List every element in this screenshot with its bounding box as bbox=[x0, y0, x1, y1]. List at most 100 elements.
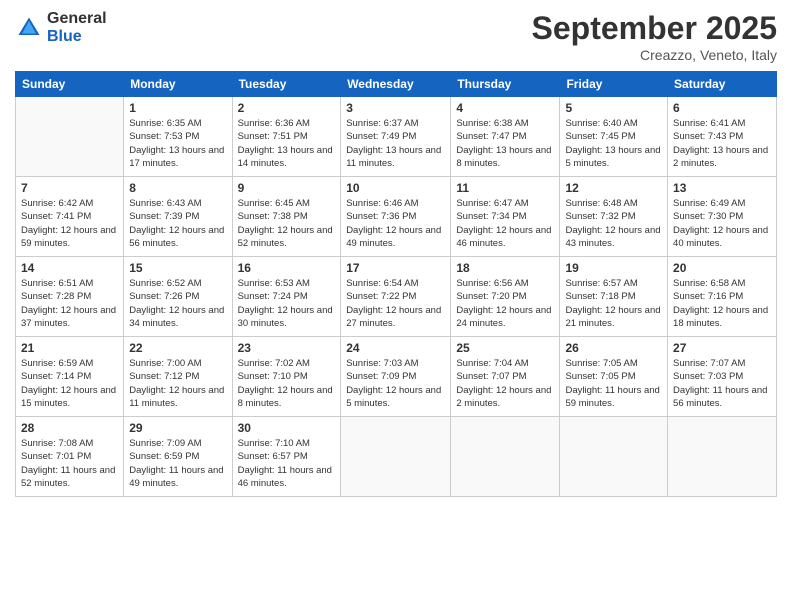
day-number: 20 bbox=[673, 261, 771, 275]
table-row: 20 Sunrise: 6:58 AMSunset: 7:16 PMDayligh… bbox=[668, 257, 777, 337]
table-row: 17Sunrise: 6:54 AMSunset: 7:22 PMDayligh… bbox=[341, 257, 451, 337]
table-row: 13Sunrise: 6:49 AMSunset: 7:30 PMDayligh… bbox=[668, 177, 777, 257]
day-number: 26 bbox=[565, 341, 662, 355]
day-number: 7 bbox=[21, 181, 118, 195]
table-row: 7 Sunrise: 6:42 AMSunset: 7:41 PMDaylight… bbox=[16, 177, 124, 257]
day-number: 27 bbox=[673, 341, 771, 355]
table-row: 15 Sunrise: 6:52 AMSunset: 7:26 PMDayligh… bbox=[124, 257, 232, 337]
day-detail: Sunrise: 7:09 AMSunset: 6:59 PMDaylight:… bbox=[129, 437, 226, 490]
day-detail: Sunrise: 6:51 AMSunset: 7:28 PMDaylight:… bbox=[21, 277, 118, 330]
table-row: 1 Sunrise: 6:35 AMSunset: 7:53 PMDaylight… bbox=[124, 97, 232, 177]
table-row: 4Sunrise: 6:38 AMSunset: 7:47 PMDaylight… bbox=[451, 97, 560, 177]
calendar-week-row: 14 Sunrise: 6:51 AMSunset: 7:28 PMDayligh… bbox=[16, 257, 777, 337]
table-row: 2 Sunrise: 6:36 AMSunset: 7:51 PMDaylight… bbox=[232, 97, 341, 177]
day-number: 6 bbox=[673, 101, 771, 115]
day-detail: Sunrise: 7:10 AMSunset: 6:57 PMDaylight:… bbox=[238, 437, 336, 490]
header-sunday: Sunday bbox=[16, 72, 124, 97]
day-number: 15 bbox=[129, 261, 226, 275]
table-row: 22Sunrise: 7:00 AMSunset: 7:12 PMDayligh… bbox=[124, 337, 232, 417]
day-detail: Sunrise: 6:43 AMSunset: 7:39 PMDaylight:… bbox=[129, 197, 226, 250]
table-row: 14 Sunrise: 6:51 AMSunset: 7:28 PMDayligh… bbox=[16, 257, 124, 337]
logo-blue-text: Blue bbox=[47, 28, 107, 46]
day-number: 24 bbox=[346, 341, 445, 355]
day-number: 1 bbox=[129, 101, 226, 115]
day-number: 12 bbox=[565, 181, 662, 195]
logo: General Blue bbox=[15, 10, 107, 45]
day-detail: Sunrise: 6:42 AMSunset: 7:41 PMDaylight:… bbox=[21, 197, 118, 250]
day-detail: Sunrise: 7:03 AMSunset: 7:09 PMDaylight:… bbox=[346, 357, 445, 410]
table-row: 29 Sunrise: 7:09 AMSunset: 6:59 PMDayligh… bbox=[124, 417, 232, 497]
day-number: 28 bbox=[21, 421, 118, 435]
day-detail: Sunrise: 6:53 AMSunset: 7:24 PMDaylight:… bbox=[238, 277, 336, 330]
table-row: 19Sunrise: 6:57 AMSunset: 7:18 PMDayligh… bbox=[560, 257, 668, 337]
table-row: 27 Sunrise: 7:07 AMSunset: 7:03 PMDayligh… bbox=[668, 337, 777, 417]
day-number: 18 bbox=[456, 261, 554, 275]
header-tuesday: Tuesday bbox=[232, 72, 341, 97]
day-detail: Sunrise: 7:04 AMSunset: 7:07 PMDaylight:… bbox=[456, 357, 554, 410]
day-number: 17 bbox=[346, 261, 445, 275]
day-detail: Sunrise: 6:56 AMSunset: 7:20 PMDaylight:… bbox=[456, 277, 554, 330]
day-detail: Sunrise: 6:37 AMSunset: 7:49 PMDaylight:… bbox=[346, 117, 445, 170]
table-row: 16 Sunrise: 6:53 AMSunset: 7:24 PMDayligh… bbox=[232, 257, 341, 337]
header-thursday: Thursday bbox=[451, 72, 560, 97]
day-detail: Sunrise: 6:57 AMSunset: 7:18 PMDaylight:… bbox=[565, 277, 662, 330]
table-row: 12 Sunrise: 6:48 AMSunset: 7:32 PMDayligh… bbox=[560, 177, 668, 257]
day-number: 29 bbox=[129, 421, 226, 435]
table-row: 25 Sunrise: 7:04 AMSunset: 7:07 PMDayligh… bbox=[451, 337, 560, 417]
day-detail: Sunrise: 7:07 AMSunset: 7:03 PMDaylight:… bbox=[673, 357, 771, 410]
day-detail: Sunrise: 6:48 AMSunset: 7:32 PMDaylight:… bbox=[565, 197, 662, 250]
day-number: 2 bbox=[238, 101, 336, 115]
header-wednesday: Wednesday bbox=[341, 72, 451, 97]
day-number: 13 bbox=[673, 181, 771, 195]
day-detail: Sunrise: 6:35 AMSunset: 7:53 PMDaylight:… bbox=[129, 117, 226, 170]
table-row: 3 Sunrise: 6:37 AMSunset: 7:49 PMDaylight… bbox=[341, 97, 451, 177]
day-detail: Sunrise: 7:00 AMSunset: 7:12 PMDaylight:… bbox=[129, 357, 226, 410]
header-monday: Monday bbox=[124, 72, 232, 97]
table-row: 24 Sunrise: 7:03 AMSunset: 7:09 PMDayligh… bbox=[341, 337, 451, 417]
table-row: 23Sunrise: 7:02 AMSunset: 7:10 PMDayligh… bbox=[232, 337, 341, 417]
table-row: 28 Sunrise: 7:08 AMSunset: 7:01 PMDayligh… bbox=[16, 417, 124, 497]
table-row: 9Sunrise: 6:45 AMSunset: 7:38 PMDaylight… bbox=[232, 177, 341, 257]
day-detail: Sunrise: 7:05 AMSunset: 7:05 PMDaylight:… bbox=[565, 357, 662, 410]
calendar-week-row: 28 Sunrise: 7:08 AMSunset: 7:01 PMDayligh… bbox=[16, 417, 777, 497]
header-saturday: Saturday bbox=[668, 72, 777, 97]
page-header: General Blue September 2025 Creazzo, Ven… bbox=[15, 10, 777, 63]
day-detail: Sunrise: 6:59 AMSunset: 7:14 PMDaylight:… bbox=[21, 357, 118, 410]
calendar-table: Sunday Monday Tuesday Wednesday Thursday… bbox=[15, 71, 777, 497]
table-row: 10Sunrise: 6:46 AMSunset: 7:36 PMDayligh… bbox=[341, 177, 451, 257]
day-number: 21 bbox=[21, 341, 118, 355]
day-number: 25 bbox=[456, 341, 554, 355]
table-row: 6 Sunrise: 6:41 AMSunset: 7:43 PMDaylight… bbox=[668, 97, 777, 177]
calendar-week-row: 21 Sunrise: 6:59 AMSunset: 7:14 PMDayligh… bbox=[16, 337, 777, 417]
table-row bbox=[451, 417, 560, 497]
table-row bbox=[341, 417, 451, 497]
day-detail: Sunrise: 7:08 AMSunset: 7:01 PMDaylight:… bbox=[21, 437, 118, 490]
location-text: Creazzo, Veneto, Italy bbox=[532, 47, 777, 63]
day-number: 5 bbox=[565, 101, 662, 115]
table-row bbox=[16, 97, 124, 177]
table-row bbox=[560, 417, 668, 497]
day-number: 3 bbox=[346, 101, 445, 115]
day-detail: Sunrise: 6:45 AMSunset: 7:38 PMDaylight:… bbox=[238, 197, 336, 250]
day-number: 11 bbox=[456, 181, 554, 195]
table-row: 21 Sunrise: 6:59 AMSunset: 7:14 PMDayligh… bbox=[16, 337, 124, 417]
calendar-week-row: 1 Sunrise: 6:35 AMSunset: 7:53 PMDaylight… bbox=[16, 97, 777, 177]
day-detail: Sunrise: 6:58 AMSunset: 7:16 PMDaylight:… bbox=[673, 277, 771, 330]
logo-general-text: General bbox=[47, 10, 107, 28]
day-number: 16 bbox=[238, 261, 336, 275]
table-row: 11 Sunrise: 6:47 AMSunset: 7:34 PMDayligh… bbox=[451, 177, 560, 257]
table-row: 8 Sunrise: 6:43 AMSunset: 7:39 PMDaylight… bbox=[124, 177, 232, 257]
table-row: 26 Sunrise: 7:05 AMSunset: 7:05 PMDayligh… bbox=[560, 337, 668, 417]
day-detail: Sunrise: 6:41 AMSunset: 7:43 PMDaylight:… bbox=[673, 117, 771, 170]
day-detail: Sunrise: 6:47 AMSunset: 7:34 PMDaylight:… bbox=[456, 197, 554, 250]
day-detail: Sunrise: 6:52 AMSunset: 7:26 PMDaylight:… bbox=[129, 277, 226, 330]
header-friday: Friday bbox=[560, 72, 668, 97]
day-number: 14 bbox=[21, 261, 118, 275]
day-detail: Sunrise: 7:02 AMSunset: 7:10 PMDaylight:… bbox=[238, 357, 336, 410]
day-detail: Sunrise: 6:36 AMSunset: 7:51 PMDaylight:… bbox=[238, 117, 336, 170]
logo-icon bbox=[15, 14, 43, 42]
table-row bbox=[668, 417, 777, 497]
day-detail: Sunrise: 6:40 AMSunset: 7:45 PMDaylight:… bbox=[565, 117, 662, 170]
day-number: 4 bbox=[456, 101, 554, 115]
day-number: 8 bbox=[129, 181, 226, 195]
